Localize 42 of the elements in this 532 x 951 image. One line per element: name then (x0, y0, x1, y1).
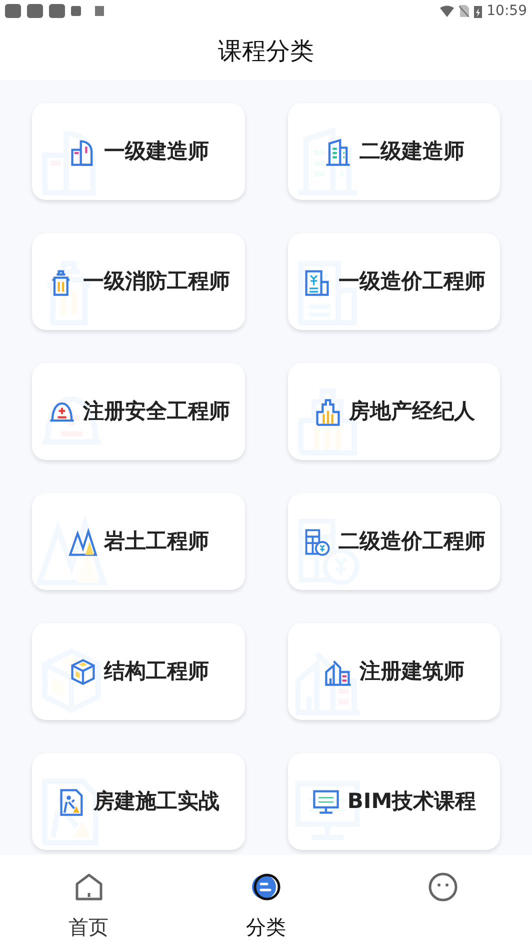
smiley-icon (428, 872, 458, 902)
page-title: 课程分类 (218, 36, 314, 67)
no-sim-icon (458, 5, 469, 17)
category-card[interactable]: 二级造价工程师 (288, 493, 500, 590)
wifi-icon (440, 5, 454, 17)
category-card[interactable]: 房建施工实战 (32, 753, 244, 850)
category-card[interactable]: BIM技术课程 (288, 753, 500, 850)
category-card[interactable]: 岩土工程师 (32, 493, 244, 590)
category-label: 一级建造师 (104, 138, 209, 165)
category-label: 注册建筑师 (359, 658, 464, 685)
notification-icon (5, 4, 21, 18)
nav-tab[interactable]: 分类 (177, 855, 355, 951)
category-label: 二级造价工程师 (338, 528, 486, 555)
category-label: BIM技术课程 (347, 788, 476, 815)
tab-label: 分类 (246, 914, 286, 941)
category-label: 二级建造师 (359, 138, 464, 165)
category-icon (250, 872, 282, 902)
home-icon (74, 872, 104, 902)
category-label: 一级造价工程师 (338, 268, 486, 295)
notification-icon (71, 6, 81, 16)
category-label: 房地产经纪人 (348, 398, 475, 425)
category-label: 结构工程师 (104, 658, 209, 685)
category-label: 一级消防工程师 (82, 268, 230, 295)
category-card[interactable]: 一级建造师 (32, 103, 244, 200)
status-time: 10:59 (486, 2, 527, 20)
category-card[interactable]: 注册建筑师 (288, 623, 500, 720)
category-card[interactable]: 房地产经纪人 (288, 363, 500, 460)
category-icon (68, 526, 98, 556)
category-card[interactable]: 注册安全工程师 (32, 363, 244, 460)
category-card[interactable]: 结构工程师 (32, 623, 244, 720)
category-label: 注册安全工程师 (82, 398, 230, 425)
notification-icon (27, 4, 43, 18)
category-label: 房建施工实战 (93, 788, 220, 815)
category-card[interactable]: 一级造价工程师 (288, 233, 500, 330)
nav-tab[interactable]: 首页 (0, 855, 178, 951)
category-card[interactable]: 二级建造师 (288, 103, 500, 200)
notification-icon (49, 4, 65, 18)
category-card[interactable]: 一级消防工程师 (32, 233, 244, 330)
category-label: 岩土工程师 (104, 528, 209, 555)
tab-label: 首页 (68, 914, 109, 941)
battery-icon (474, 4, 482, 18)
notification-icon (95, 6, 104, 16)
